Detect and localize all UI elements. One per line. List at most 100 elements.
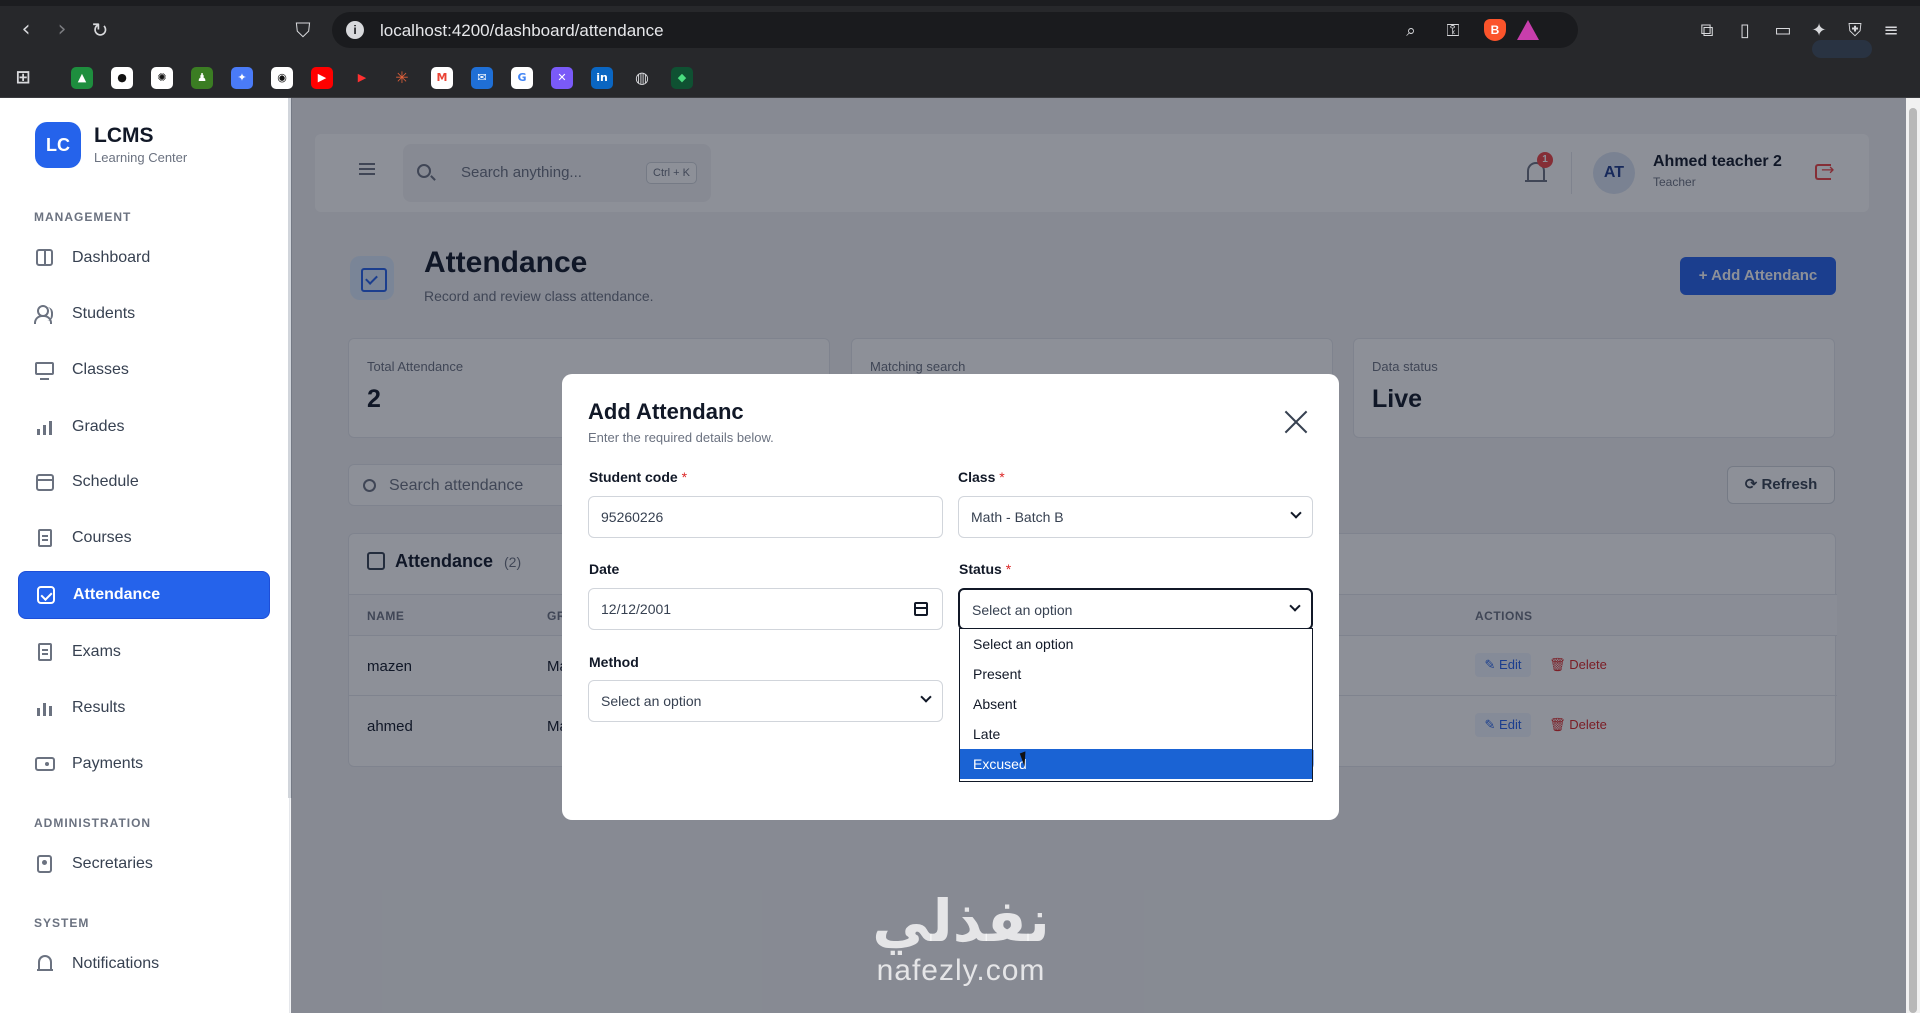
status-option-highlighted[interactable]: Excused <box>960 749 1312 779</box>
watermark-arabic: نفذلي <box>872 887 1050 955</box>
address-bar[interactable]: i localhost:4200/dashboard/attendance ⌕ … <box>332 12 1578 48</box>
calendar-icon <box>34 471 56 493</box>
class-label: Class * <box>958 469 1005 485</box>
sidebar-item-results[interactable]: Results <box>18 684 270 732</box>
app-icon[interactable]: ✕ <box>551 67 573 89</box>
bell-icon <box>34 953 56 975</box>
method-select[interactable]: Select an option <box>588 680 943 722</box>
claude-icon[interactable]: ✳ <box>391 67 413 89</box>
outlook-icon[interactable]: ✉ <box>471 67 493 89</box>
apps-grid-icon[interactable]: ⊞ <box>12 67 34 89</box>
extension-toggle[interactable] <box>1812 40 1872 58</box>
extensions-icon[interactable]: ⧉ <box>1694 18 1720 44</box>
student-code-value: 95260226 <box>601 509 664 525</box>
student-code-label: Student code * <box>589 469 688 485</box>
sidebar-item-label: Schedule <box>72 473 139 490</box>
sidebar-item-courses[interactable]: Courses <box>18 514 270 562</box>
sidebar-item-label: Students <box>72 305 136 322</box>
gmail-icon[interactable]: M <box>431 67 453 89</box>
sidebar-item-attendance[interactable]: Attendance <box>18 571 270 619</box>
sidebar-item-label: Classes <box>72 361 129 378</box>
brave-rewards-icon[interactable] <box>1517 20 1539 40</box>
sidebar-item-label: Grades <box>72 418 125 435</box>
sidebar-item-label: Notifications <box>72 955 160 972</box>
dashboard-icon <box>34 247 56 269</box>
scrollbar-thumb[interactable] <box>1909 108 1917 1013</box>
sidebar-item-label: Dashboard <box>72 249 151 266</box>
youtube-music-icon[interactable]: ▶ <box>351 67 373 89</box>
section-system: SYSTEM <box>34 916 90 930</box>
status-option[interactable]: Late <box>960 719 1312 749</box>
page-scrollbar[interactable] <box>1906 98 1920 1013</box>
sidebar-item-notifications[interactable]: Notifications <box>18 940 270 988</box>
sidebar-item-dashboard[interactable]: Dashboard <box>18 234 270 282</box>
sidebar-item-exams[interactable]: Exams <box>18 628 270 676</box>
zoom-icon[interactable]: ⌕ <box>1400 20 1422 42</box>
sidebar-item-grades[interactable]: Grades <box>18 403 270 451</box>
chevron-down-icon <box>1289 600 1301 612</box>
site-info-icon[interactable]: i <box>346 21 364 39</box>
student-code-field[interactable]: 95260226 <box>588 496 943 538</box>
music-icon[interactable]: ◉ <box>271 67 293 89</box>
date-field[interactable]: 12/12/2001 <box>588 588 943 630</box>
bar-chart-icon <box>34 697 56 719</box>
sidebar-item-label: Exams <box>72 643 121 660</box>
section-administration: ADMINISTRATION <box>34 816 152 830</box>
calendar-check-icon <box>35 584 57 606</box>
sidebar-item-payments[interactable]: Payments <box>18 740 270 788</box>
linkedin-icon[interactable]: in <box>591 67 613 89</box>
status-option[interactable]: Select an option <box>960 629 1312 659</box>
menu-icon[interactable]: ≡ <box>1878 18 1904 44</box>
gemini-icon[interactable]: ✦ <box>231 67 253 89</box>
brand-name: LCMS <box>94 124 154 147</box>
status-label: Status * <box>959 561 1012 577</box>
clipboard-icon <box>34 527 56 549</box>
bookmarks-bar: ⊞ ▲ ● ✺ ♟ ✦ ◉ ▶ ▶ ✳ M ✉ G ✕ in ◍ ◆ <box>0 58 1920 98</box>
chevron-down-icon <box>920 691 932 703</box>
sidebar-item-secretaries[interactable]: Secretaries <box>18 840 270 888</box>
sidebar-toggle-icon[interactable]: ▯ <box>1732 18 1758 44</box>
wallet-icon[interactable]: ▭ <box>1770 18 1796 44</box>
modal-subtitle: Enter the required details below. <box>588 430 774 445</box>
clipboard-icon <box>34 641 56 663</box>
url-text[interactable]: localhost:4200/dashboard/attendance <box>380 21 664 41</box>
reload-icon[interactable]: ↻ <box>86 16 114 44</box>
google-icon[interactable]: G <box>511 67 533 89</box>
date-label: Date <box>589 561 620 577</box>
brave-shields-icon[interactable]: B <box>1484 19 1506 41</box>
globe-icon[interactable]: ◍ <box>631 67 653 89</box>
method-label: Method <box>589 654 639 670</box>
id-badge-icon <box>34 853 56 875</box>
drive-icon[interactable]: ▲ <box>71 67 93 89</box>
status-options-list: Select an option Present Absent Late Exc… <box>959 628 1313 782</box>
bookmark-icon[interactable]: ⛉ <box>288 18 318 44</box>
tab-strip <box>0 0 1920 6</box>
method-value: Select an option <box>601 693 702 709</box>
sidebar-item-classes[interactable]: Classes <box>18 346 270 394</box>
forward-icon[interactable]: › <box>48 16 76 44</box>
status-option[interactable]: Present <box>960 659 1312 689</box>
sidebar-item-students[interactable]: Students <box>18 290 270 338</box>
terminal-icon[interactable]: ◆ <box>671 67 693 89</box>
sidebar-item-label: Attendance <box>73 586 161 603</box>
sidebar: LC LCMS Learning Center MANAGEMENT Dashb… <box>0 98 290 1013</box>
class-value: Math - Batch B <box>971 509 1064 525</box>
sidebar-item-label: Results <box>72 699 126 716</box>
openai-icon[interactable]: ✺ <box>151 67 173 89</box>
brand-logo[interactable]: LC <box>35 122 81 168</box>
status-select[interactable]: Select an option <box>958 588 1313 630</box>
calendar-icon[interactable] <box>914 602 928 616</box>
back-icon[interactable]: ‹ <box>12 16 40 44</box>
sidebar-item-label: Secretaries <box>72 855 153 872</box>
status-option[interactable]: Absent <box>960 689 1312 719</box>
chess-icon[interactable]: ♟ <box>191 67 213 89</box>
close-icon[interactable] <box>1282 408 1310 436</box>
github-icon[interactable]: ● <box>111 67 133 89</box>
sidebar-item-schedule[interactable]: Schedule <box>18 458 270 506</box>
class-select[interactable]: Math - Batch B <box>958 496 1313 538</box>
sidebar-item-label: Courses <box>72 529 132 546</box>
status-value: Select an option <box>972 602 1073 618</box>
youtube-icon[interactable]: ▶ <box>311 67 333 89</box>
wallet-icon <box>34 753 56 775</box>
password-key-icon[interactable]: ⚿ <box>1442 20 1464 42</box>
